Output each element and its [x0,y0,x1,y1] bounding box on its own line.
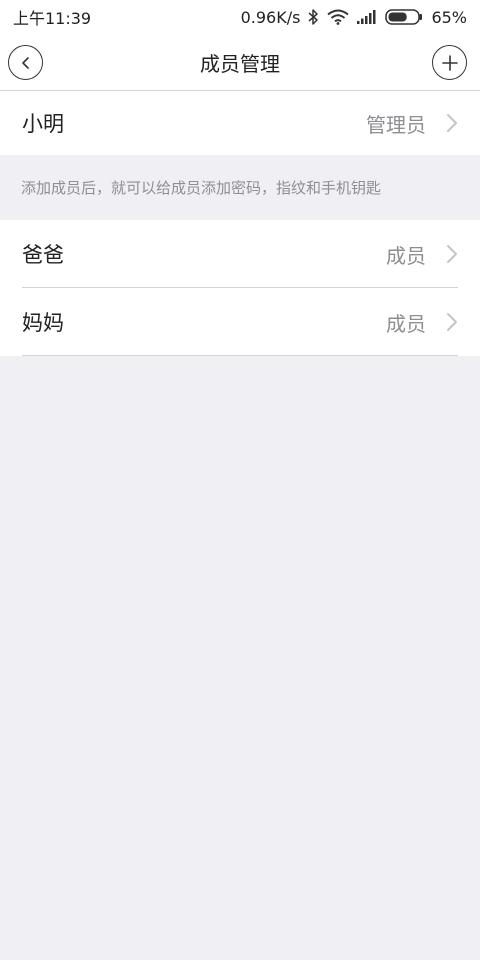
bluetooth-icon [308,9,319,25]
battery-percent: 65% [431,7,467,27]
member-name: 爸爸 [22,243,64,267]
wifi-icon [327,9,350,25]
status-bar: 上午11:39 0.96K/s 65% [0,0,480,34]
members-list: 爸爸 成员 妈妈 成员 [0,220,480,356]
add-icon [441,54,458,71]
network-speed: 0.96K/s [240,7,301,27]
member-role: 成员 [386,311,426,336]
add-member-button[interactable] [432,45,467,80]
status-time: 上午11:39 [13,9,92,28]
admin-row[interactable]: 小明 管理员 [0,91,480,155]
status-indicators: 0.96K/s 65% [241,8,467,27]
battery-icon [385,9,423,25]
member-name: 妈妈 [22,311,64,335]
member-row[interactable]: 爸爸 成员 [0,220,480,288]
member-row[interactable]: 妈妈 成员 [0,288,480,356]
chevron-right-icon [446,91,458,155]
hint-text: 添加成员后，就可以给成员添加密码，指纹和手机钥匙 [21,179,382,197]
nav-bar: 成员管理 [0,34,480,91]
member-role: 成员 [386,243,426,268]
admin-role: 管理员 [366,112,426,137]
page-title: 成员管理 [200,51,280,76]
signal-icon [357,10,377,24]
chevron-right-icon [446,288,458,356]
chevron-right-icon [446,220,458,288]
divider [22,355,458,356]
admin-name: 小明 [22,112,64,136]
